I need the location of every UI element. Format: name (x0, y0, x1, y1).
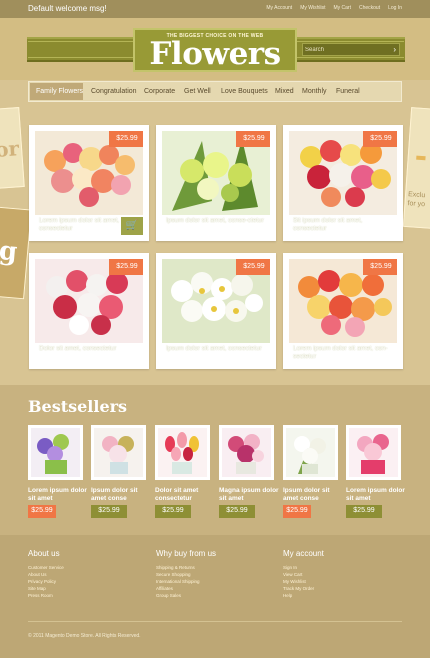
price-tag: $25.99 (236, 259, 270, 275)
bestseller-thumbnail[interactable] (219, 425, 274, 480)
search-input[interactable] (305, 45, 387, 55)
nav-get-well[interactable]: Get Well (184, 88, 211, 95)
bestseller-price: $25.99 (219, 505, 255, 518)
product-card[interactable]: $25.99 Ipsum dolor sit amet, conse-ctetu… (156, 125, 276, 241)
footer-link[interactable]: International Shipping (156, 578, 200, 585)
bestseller-thumbnail[interactable] (346, 425, 401, 480)
product-card[interactable]: $25.99 Sit ipsum dolor sit amet, consect… (283, 125, 403, 241)
product-photo[interactable]: $25.99 (35, 259, 143, 343)
promo-card-left-top[interactable]: or (0, 107, 25, 189)
product-photo[interactable]: $25.99 (162, 259, 270, 343)
logo[interactable]: THE BIGGEST CHOICE ON THE WEB Flowers (133, 28, 297, 72)
footer-why-links: Shipping & Returns Secure Shopping Inter… (156, 564, 200, 599)
bestseller-caption: Magna ipsum dolor sit amet (219, 487, 279, 502)
footer-about-links: Customer Service About Us Privacy Policy… (28, 564, 64, 599)
nav-monthly[interactable]: Monthly (302, 88, 327, 95)
product-card[interactable]: $25.99 Lorem ipsum dolor sit amet, conse… (29, 125, 149, 241)
bestsellers-title: Bestsellers (28, 397, 128, 416)
checkout-link[interactable]: Checkout (359, 5, 380, 11)
footer-link[interactable]: Press Room (28, 592, 64, 599)
product-caption: Sit ipsum dolor sit amet, consectetur (289, 215, 397, 241)
nav-love-bouquets[interactable]: Love Bouquets (221, 88, 268, 95)
price-tag: $25.99 (363, 259, 397, 275)
nav-congratulation[interactable]: Congratulation (91, 88, 137, 95)
account-links: My Account My Wishlist My Cart Checkout … (266, 5, 402, 11)
search-box: › (302, 43, 400, 56)
copyright: © 2011 Magento Demo Store. All Rights Re… (28, 633, 141, 639)
promo-subtext: Exclu for yo (407, 191, 426, 209)
nav-corporate[interactable]: Corporate (144, 88, 175, 95)
promo-text: or (0, 136, 20, 162)
product-caption: Lorem ipsum dolor sit amet, con-sectetur (289, 343, 397, 369)
footer-link[interactable]: Help (283, 592, 314, 599)
footer-link[interactable]: Group Sales (156, 592, 200, 599)
my-cart-link[interactable]: My Cart (333, 5, 351, 11)
promo-text: - (413, 138, 429, 175)
footer-link[interactable]: Customer Service (28, 564, 64, 571)
bestseller-caption: Lorem ipsum dolor sit amet (346, 487, 405, 502)
footer-account-links: Sign In View Cart My Wishlist Track My O… (283, 564, 314, 599)
product-caption: Ipsum dolor sit amet, conse-ctetur (162, 215, 270, 241)
search-arrow-icon[interactable]: › (393, 45, 396, 54)
nav-mixed[interactable]: Mixed (275, 88, 294, 95)
bestseller-caption: Ipsum dolor sit amet conse (91, 487, 138, 502)
footer-link[interactable]: Sign In (283, 564, 314, 571)
bestseller-price: $25.99 (155, 505, 191, 518)
footer-why-title: Why buy from us (156, 549, 217, 558)
product-card[interactable]: $25.99 Ipsum dolor sit amet, consectetur (156, 253, 276, 369)
product-card[interactable]: $25.99 Dolor sit amet, consectetur (29, 253, 149, 369)
logo-text: Flowers (149, 36, 281, 72)
price-tag: $25.99 (109, 259, 143, 275)
footer-link[interactable]: Privacy Policy (28, 578, 64, 585)
price-tag: $25.99 (363, 131, 397, 147)
footer-account-title: My account (283, 549, 324, 558)
product-caption: Dolor sit amet, consectetur (35, 343, 143, 369)
add-to-cart-icon[interactable]: 🛒 (121, 217, 143, 235)
product-photo[interactable]: $25.99 (289, 259, 397, 343)
nav-funeral[interactable]: Funeral (336, 88, 360, 95)
bestseller-caption: Lorem ipsum dolor sit amet (28, 487, 87, 502)
price-tag: $25.99 (109, 131, 143, 147)
bestseller-price: $25.99 (28, 505, 56, 518)
bestseller-price: $25.99 (346, 505, 382, 518)
product-photo[interactable]: $25.99 (35, 131, 143, 215)
footer-link[interactable]: Affiliates (156, 585, 200, 592)
bestseller-price: $25.99 (283, 505, 311, 518)
footer-link[interactable]: Site Map (28, 585, 64, 592)
footer-link[interactable]: Shipping & Returns (156, 564, 200, 571)
bestseller-thumbnail[interactable] (28, 425, 83, 480)
footer-link[interactable]: Secure Shopping (156, 571, 200, 578)
price-tag: $25.99 (236, 131, 270, 147)
promo-text: g (0, 236, 19, 268)
product-card[interactable]: $25.99 Lorem ipsum dolor sit amet, con-s… (283, 253, 403, 369)
promo-card-right[interactable]: - Exclu for yo (402, 107, 430, 229)
footer-link[interactable]: About Us (28, 571, 64, 578)
bestseller-thumbnail[interactable] (283, 425, 338, 480)
footer-divider (28, 621, 402, 622)
login-link[interactable]: Log In (388, 5, 402, 11)
product-caption: Ipsum dolor sit amet, consectetur (162, 343, 270, 369)
bestseller-caption: Dolor sit amet consectetur (155, 487, 199, 502)
footer-about-title: About us (28, 549, 60, 558)
footer-link[interactable]: Track My Order (283, 585, 314, 592)
footer-link[interactable]: My Wishlist (283, 578, 314, 585)
nav-family-flowers[interactable]: Family Flowers (36, 88, 83, 95)
bestseller-thumbnail[interactable] (91, 425, 146, 480)
bestseller-price: $25.99 (91, 505, 127, 518)
my-wishlist-link[interactable]: My Wishlist (300, 5, 325, 11)
bestseller-caption: Ipsum dolor sit amet conse (283, 487, 330, 502)
promo-card-left-bottom[interactable]: g (0, 206, 32, 300)
my-account-link[interactable]: My Account (266, 5, 292, 11)
bestseller-thumbnail[interactable] (155, 425, 210, 480)
product-photo[interactable]: $25.99 (162, 131, 270, 215)
welcome-message: Default welcome msg! (28, 4, 107, 13)
footer-link[interactable]: View Cart (283, 571, 314, 578)
product-photo[interactable]: $25.99 (289, 131, 397, 215)
